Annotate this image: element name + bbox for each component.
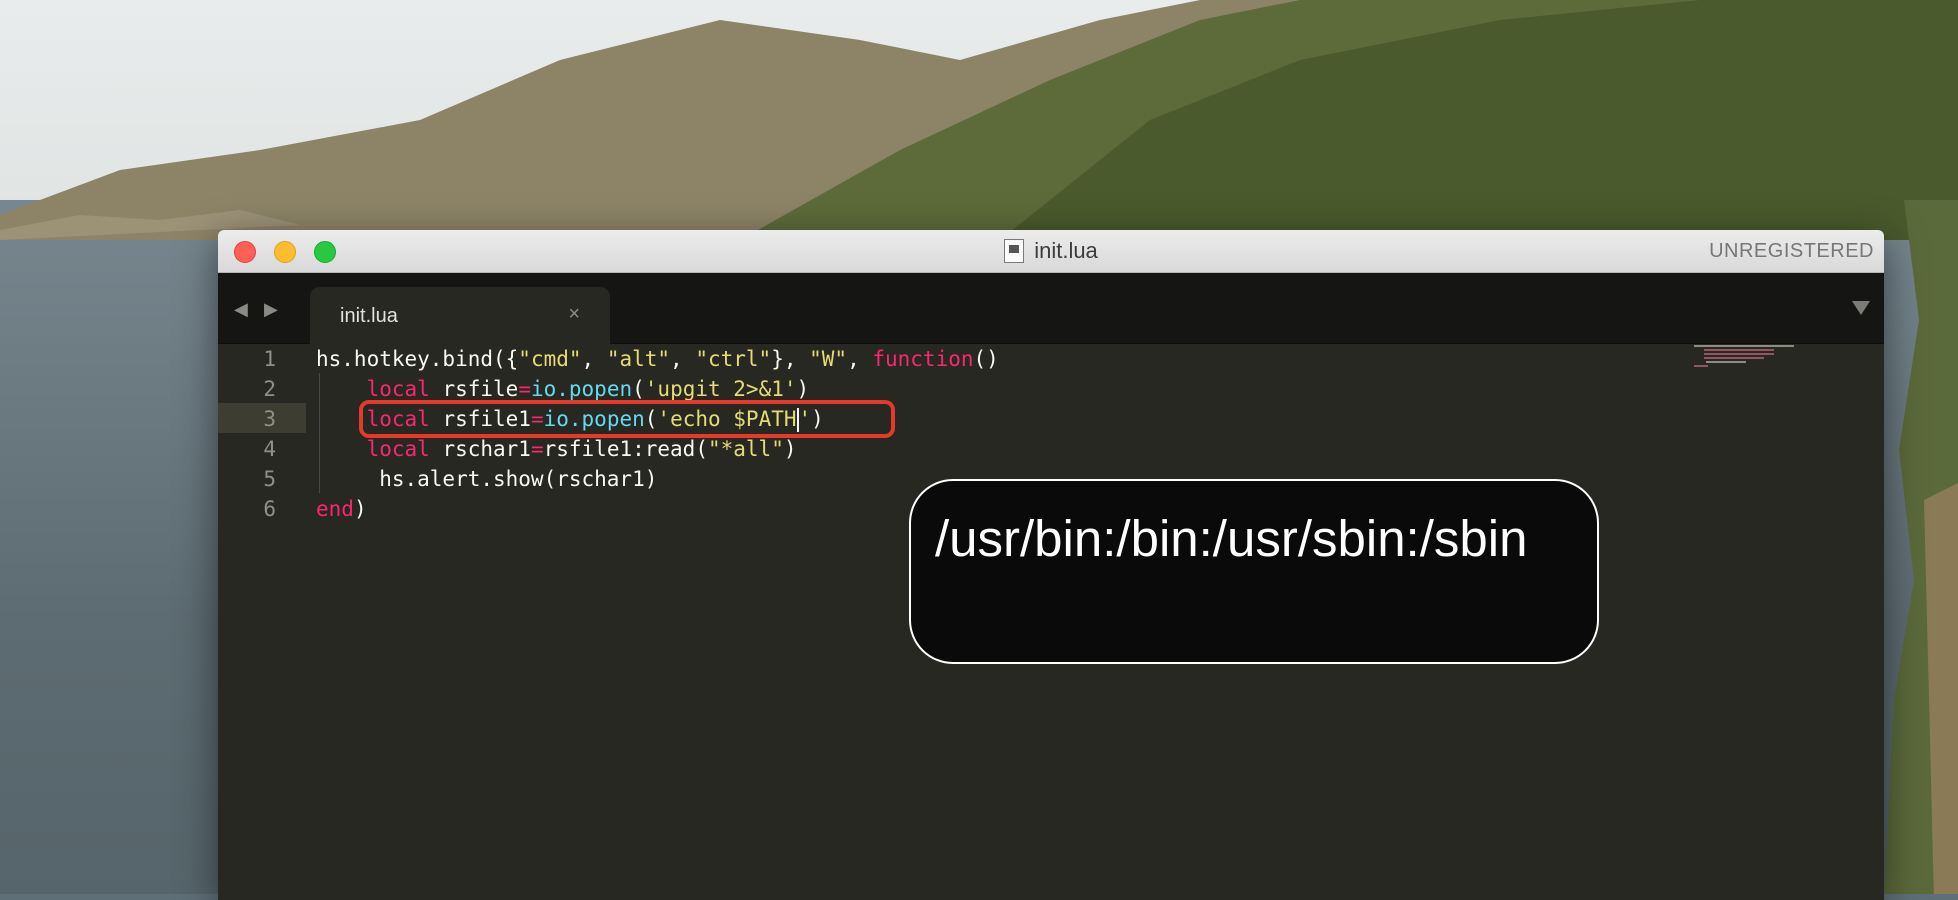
line-number: 2	[263, 377, 276, 401]
line-number: 3	[263, 407, 276, 431]
left-arrow-icon[interactable]: ◀	[234, 299, 248, 320]
code-token: )	[796, 377, 810, 401]
code-token: end	[316, 497, 354, 521]
window-title-group: init.lua	[218, 230, 1884, 272]
code-token: rsfile1:read(	[543, 437, 708, 461]
right-arrow-icon[interactable]: ▶	[264, 299, 278, 320]
line-number: 5	[263, 467, 276, 491]
code-token: 'upgit 2>&1'	[644, 377, 797, 401]
tab-label: init.lua	[340, 305, 398, 327]
code-token: ,	[847, 347, 873, 371]
code-token: },	[771, 347, 810, 371]
active-line-highlight	[218, 403, 306, 433]
minimap[interactable]	[1694, 343, 1804, 383]
title-bar[interactable]: init.lua UNREGISTERED	[218, 230, 1884, 273]
alert-text: /usr/bin:/bin:/usr/sbin:/sbin	[935, 510, 1528, 567]
tab-init-lua[interactable]: init.lua ×	[310, 287, 610, 344]
wallpaper-right-cliff	[1884, 200, 1958, 894]
code-token: "*all"	[707, 437, 784, 461]
tab-bar: ◀ ▶ init.lua ×	[218, 273, 1884, 344]
code-token: rsfile	[429, 377, 519, 401]
tab-close-icon[interactable]: ×	[568, 303, 580, 326]
code-token: hs.alert.show(rschar1)	[316, 467, 658, 491]
code-token: local	[366, 437, 430, 461]
line-number-gutter: 1 2 3 4 5 6	[218, 343, 306, 900]
code-token: io.popen	[530, 377, 633, 401]
wallpaper-hills	[0, 0, 1958, 240]
code-token: "ctrl"	[695, 347, 772, 371]
code-token: hs.hotkey.bind({	[316, 347, 519, 371]
code-token: "alt"	[606, 347, 671, 371]
hammerspoon-alert: /usr/bin:/bin:/usr/sbin:/sbin	[909, 479, 1599, 664]
code-token: (	[632, 377, 645, 401]
code-line-5[interactable]: hs.alert.show(rschar1)	[316, 464, 657, 494]
code-token: ,	[581, 347, 607, 371]
code-token: =	[530, 437, 544, 461]
registration-status: UNREGISTERED	[1709, 240, 1874, 262]
code-token: ()	[973, 347, 999, 371]
line-number: 4	[263, 437, 276, 461]
line-number: 6	[263, 497, 276, 521]
window-title: init.lua	[1034, 238, 1098, 263]
code-token: "cmd"	[518, 347, 582, 371]
document-icon	[1004, 239, 1025, 263]
line-number: 1	[263, 347, 276, 371]
code-line-4[interactable]: local rschar1=rsfile1:read("*all")	[316, 434, 797, 464]
code-line-6[interactable]: end)	[316, 494, 367, 524]
code-line-1[interactable]: hs.hotkey.bind({"cmd", "alt", "ctrl"}, "…	[316, 344, 999, 374]
triangle-down-icon[interactable]	[1852, 301, 1870, 315]
code-token: function	[872, 347, 974, 371]
code-token: rschar1	[429, 437, 531, 461]
red-annotation-box	[359, 400, 895, 438]
code-token: ,	[670, 347, 696, 371]
code-token: )	[353, 497, 367, 521]
code-token: "W"	[809, 347, 848, 371]
code-token: )	[783, 437, 797, 461]
code-token: =	[518, 377, 531, 401]
code-token: local	[366, 377, 430, 401]
